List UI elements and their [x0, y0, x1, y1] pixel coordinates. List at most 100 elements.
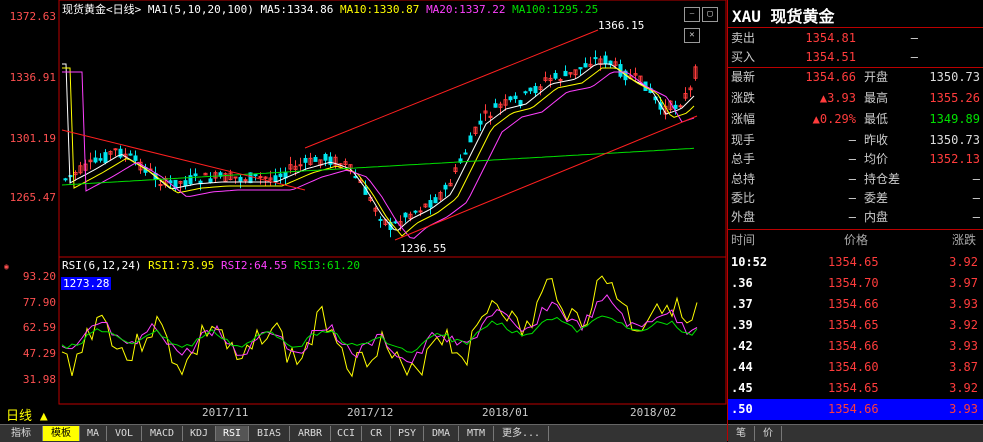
tab-macd[interactable]: MACD — [142, 426, 183, 441]
sell-row: 卖出 1354.81 — — [728, 29, 983, 48]
tab-bias[interactable]: BIAS — [249, 426, 290, 441]
tab-cci[interactable]: CCI — [331, 426, 362, 441]
tick-change: 3.92 — [949, 381, 978, 395]
candle-body — [553, 72, 558, 79]
cursor-value-badge: 1273.28 — [61, 277, 112, 290]
rsi2-line — [61, 294, 698, 364]
kline-chart[interactable] — [0, 0, 727, 424]
tick-time: 10:52 — [731, 255, 768, 269]
pct-label: 涨幅 — [731, 112, 756, 126]
tick-row[interactable]: 10:52 1354.65 3.92 — [728, 252, 983, 273]
tab-cr[interactable]: CR — [362, 426, 391, 441]
candle-body — [113, 148, 118, 151]
tab-ma[interactable]: MA — [80, 426, 107, 441]
tick-row[interactable]: .39 1354.65 3.92 — [728, 315, 983, 336]
tick-row[interactable]: .42 1354.66 3.93 — [728, 336, 983, 357]
quote-row: 涨跌 ▲3.93 最高 1355.26 — [728, 89, 983, 108]
total-hand-label: 总手 — [731, 152, 756, 166]
candle-body — [563, 70, 568, 77]
quote-row: 委比 — 委差 — — [728, 189, 983, 208]
tab-template[interactable]: 模板 — [43, 426, 80, 441]
rsi1-line — [61, 275, 698, 378]
tick-change: 3.93 — [949, 402, 978, 416]
last-price: 1354.66 — [805, 70, 856, 84]
candle-body — [233, 176, 238, 179]
tab-indicator[interactable]: 指标 — [0, 426, 43, 441]
candle-body — [393, 221, 398, 224]
candle-body — [303, 158, 308, 163]
candle-body — [428, 200, 433, 208]
tick-change: 3.93 — [949, 297, 978, 311]
candle-body — [513, 95, 518, 100]
candle-body — [528, 87, 533, 92]
tick-row[interactable]: .50 1354.66 3.93 — [728, 399, 983, 420]
candle-body — [328, 156, 333, 165]
chart-title: 现货黄金<日线> — [62, 3, 142, 16]
tab-prices[interactable]: 价 — [755, 426, 782, 441]
low-price: 1349.89 — [929, 112, 980, 126]
rsi2-value: RSI2:64.55 — [220, 259, 288, 272]
sell-price: 1354.81 — [805, 31, 856, 45]
quote-row: 总持 — 持仓差 — — [728, 170, 983, 189]
quote-row: 涨幅 ▲0.29% 最低 1349.89 — [728, 110, 983, 129]
close-icon[interactable]: ✕ — [684, 28, 700, 43]
y-tick: 1265.47 — [9, 191, 56, 204]
now-hand-label: 现手 — [731, 133, 756, 147]
high-annotation: 1366.15 — [598, 19, 645, 32]
ma5-value: MA5:1334.86 — [260, 3, 334, 16]
restore-icon[interactable]: ▢ — [702, 7, 718, 22]
quote-row: 总手 — 均价 1352.13 — [728, 150, 983, 169]
candle-body — [298, 164, 303, 167]
right-tab-bar: 笔 价 — [728, 424, 983, 442]
candle-body — [463, 152, 468, 155]
tab-rsi[interactable]: RSI — [216, 426, 249, 441]
candle-body — [243, 179, 248, 182]
tab-vol[interactable]: VOL — [107, 426, 142, 441]
candle-body — [603, 55, 608, 65]
window-controls: ⎯ ▢✕ — [682, 1, 727, 43]
tick-time: .39 — [731, 318, 753, 332]
candle-body — [578, 67, 583, 70]
candle-body — [188, 175, 193, 185]
prev-close-label: 昨收 — [864, 133, 889, 147]
rsi-tick: 31.98 — [22, 373, 56, 386]
tick-price: 1354.65 — [828, 318, 879, 332]
tick-price: 1354.65 — [828, 255, 879, 269]
candle-body — [593, 57, 598, 60]
quote-panel: XAU 现货黄金 卖出 1354.81 — 买入 1354.51 — 最新 13… — [727, 0, 983, 442]
tab-psy[interactable]: PSY — [391, 426, 424, 441]
candle-body — [493, 103, 498, 108]
period-label[interactable]: 日线 ▲ — [6, 405, 48, 424]
rsi-label: RSI(6,12,24) — [62, 259, 142, 272]
divider — [728, 27, 983, 28]
candle-body — [208, 178, 213, 183]
tab-arbr[interactable]: ARBR — [290, 426, 331, 441]
rsi-tick: 47.29 — [22, 347, 56, 360]
candle-body — [468, 135, 473, 143]
x-label: 2018/01 — [482, 406, 529, 419]
tick-row[interactable]: .36 1354.70 3.97 — [728, 273, 983, 294]
candle-body — [418, 210, 423, 213]
buy-price: 1354.51 — [805, 50, 856, 64]
candle-body — [478, 120, 483, 125]
now-hand-value: — — [848, 133, 856, 147]
avg-value: 1352.13 — [929, 152, 980, 166]
tab-more[interactable]: 更多... — [494, 426, 549, 441]
quote-row: 外盘 — 内盘 — — [728, 208, 983, 227]
tab-kdj[interactable]: KDJ — [183, 426, 216, 441]
chart-panel[interactable]: 现货黄金<日线> MA1(5,10,20,100) MA5:1334.86 MA… — [0, 0, 727, 424]
ma5-line — [62, 63, 695, 231]
sell-label: 卖出 — [731, 31, 756, 45]
tick-row[interactable]: .37 1354.66 3.93 — [728, 294, 983, 315]
tick-row[interactable]: .45 1354.65 3.92 — [728, 378, 983, 399]
tab-mtm[interactable]: MTM — [459, 426, 494, 441]
tab-dma[interactable]: DMA — [424, 426, 459, 441]
tab-trades[interactable]: 笔 — [728, 426, 755, 441]
hold-diff-value: — — [972, 172, 980, 186]
tick-price: 1354.70 — [828, 276, 879, 290]
tick-row[interactable]: .44 1354.60 3.87 — [728, 357, 983, 378]
candle-body — [673, 104, 678, 109]
candle-body — [403, 212, 408, 218]
candle-body — [133, 155, 138, 161]
minimize-icon[interactable]: ⎯ — [684, 7, 700, 22]
